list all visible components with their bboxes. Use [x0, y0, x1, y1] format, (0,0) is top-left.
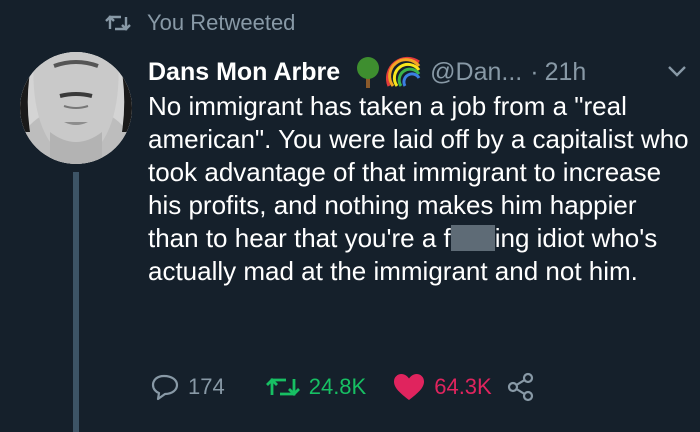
reply-button[interactable]: 174 [150, 373, 225, 401]
timestamp[interactable]: 21h [545, 58, 587, 87]
redaction-block [450, 225, 495, 251]
share-button[interactable] [506, 372, 544, 402]
tweet-header: Dans Mon Arbre @Dan... · 21h [148, 56, 688, 88]
tree-emoji [357, 57, 380, 88]
retweet-count: 24.8K [308, 374, 367, 399]
display-name[interactable]: Dans Mon Arbre [148, 58, 340, 87]
reply-icon [151, 374, 179, 401]
rainbow-emoji [386, 56, 421, 87]
avatar[interactable] [20, 52, 132, 164]
like-count: 64.3K [434, 374, 492, 399]
heart-icon [394, 374, 425, 400]
share-icon [507, 372, 533, 402]
handle[interactable]: @Dan... [430, 58, 522, 87]
retweet-icon [265, 378, 300, 396]
like-button[interactable]: 64.3K [392, 372, 492, 402]
chevron-down-icon[interactable] [666, 62, 688, 80]
separator-dot: · [530, 57, 539, 86]
retweet-banner: You Retweeted [105, 10, 295, 36]
reply-count: 174 [188, 374, 225, 399]
name-emojis [350, 56, 422, 88]
retweet-button[interactable]: 24.8K [265, 374, 367, 400]
retweet-banner-text: You Retweeted [147, 10, 296, 35]
action-bar: 174 24.8K 64.3K [150, 372, 544, 402]
thread-line [73, 172, 79, 432]
retweet-icon [105, 15, 131, 31]
tweet-text: No immigrant has taken a job from a "rea… [148, 90, 693, 288]
